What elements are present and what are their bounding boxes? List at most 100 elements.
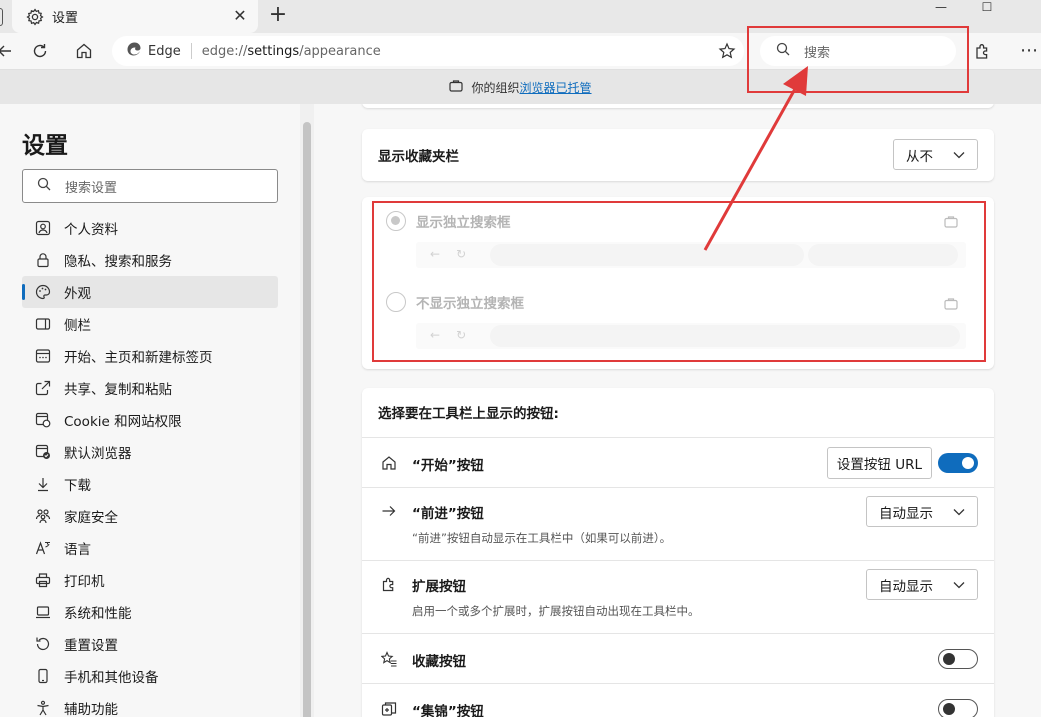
- favorites-button-toggle[interactable]: [938, 649, 978, 669]
- extensions-button-label: 扩展按钮: [412, 579, 466, 595]
- sidebar-item-language[interactable]: 语言: [22, 532, 278, 564]
- managed-lock-icon: [944, 215, 958, 232]
- sidebar-item-label: 手机和其他设备: [64, 670, 159, 686]
- sidebar-item-label: 个人资料: [64, 222, 118, 238]
- url-host: settings: [247, 43, 300, 59]
- toolbar-buttons-setting: 选择要在工具栏上显示的按钮: “开始”按钮 设置按钮 URL “前进”按钮 “前…: [362, 388, 994, 717]
- option-show-search-box[interactable]: 显示独立搜索框: [386, 211, 511, 231]
- forward-button-row: “前进”按钮 “前进”按钮自动显示在工具栏中（如果可以前进）。 自动显示: [362, 487, 994, 560]
- set-button-url-button[interactable]: 设置按钮 URL: [826, 447, 932, 479]
- managed-link[interactable]: 浏览器已托管: [520, 79, 592, 96]
- home-button-toggle[interactable]: [938, 453, 978, 473]
- favorite-star-icon[interactable]: [718, 42, 736, 64]
- sidebar-item-privacy[interactable]: 隐私、搜索和服务: [22, 244, 278, 276]
- home-icon[interactable]: [73, 40, 95, 62]
- favorites-bar-dropdown[interactable]: 从不: [893, 139, 978, 170]
- language-icon: [34, 539, 52, 557]
- search-box-setting: 显示独立搜索框 ← ↻ 不显示独立搜索框 ← ↻: [362, 197, 994, 369]
- section-heading: 选择要在工具栏上显示的按钮:: [378, 406, 559, 422]
- dropdown-value: 从不: [906, 148, 933, 165]
- toolbar-search-placeholder: 搜索: [804, 45, 831, 61]
- sidebar-icon: [34, 315, 52, 333]
- newtab-icon: [34, 347, 52, 365]
- extensions-button-desc: 启用一个或多个扩展时，扩展按钮自动出现在工具栏中。: [412, 604, 700, 618]
- forward-button-desc: “前进”按钮自动显示在工具栏中（如果可以前进）。: [412, 531, 672, 545]
- back-icon: ←: [430, 328, 441, 342]
- default-browser-icon: [34, 443, 52, 461]
- favorites-button-label: 收藏按钮: [412, 654, 466, 670]
- managed-lock-icon: [944, 297, 958, 314]
- option-label: 显示独立搜索框: [416, 215, 511, 231]
- favorites-button-row: 收藏按钮: [362, 633, 994, 683]
- radio-hide-search-box[interactable]: [386, 292, 406, 312]
- sidebar-item-sidebar[interactable]: 侧栏: [22, 308, 278, 340]
- sidebar-item-phone[interactable]: 手机和其他设备: [22, 660, 278, 692]
- extensions-icon[interactable]: [972, 40, 994, 62]
- sidebar-item-share[interactable]: 共享、复制和粘贴: [22, 372, 278, 404]
- collections-button-toggle[interactable]: [938, 699, 978, 717]
- settings-content: 显示收藏夹栏 从不 显示独立搜索框 ← ↻ 不显示独立搜索框 ← ↻ 选择要在工具栏…: [314, 104, 1041, 717]
- forward-button-label: “前进”按钮: [412, 506, 484, 522]
- settings-search-placeholder: 搜索设置: [65, 180, 118, 196]
- address-bar[interactable]: Edge edge:// settings /appearance: [112, 36, 744, 66]
- settings-search-input[interactable]: 搜索设置: [22, 169, 278, 203]
- favorites-bar-setting: 显示收藏夹栏 从不: [362, 129, 994, 181]
- accessibility-icon: [34, 699, 52, 717]
- sidebar-item-label: 打印机: [64, 574, 105, 590]
- sidebar-item-appearance[interactable]: 外观: [22, 276, 278, 308]
- sidebar-item-profile[interactable]: 个人资料: [22, 212, 278, 244]
- sidebar-item-family[interactable]: 家庭安全: [22, 500, 278, 532]
- chevron-down-icon: [953, 577, 965, 593]
- sidebar-item-printers[interactable]: 打印机: [22, 564, 278, 596]
- back-icon[interactable]: [0, 40, 16, 62]
- preview-address-bar: [490, 244, 804, 266]
- sidebar-item-label: 侧栏: [64, 318, 91, 334]
- sidebar-item-reset[interactable]: 重置设置: [22, 628, 278, 660]
- search-icon: [37, 177, 51, 195]
- scrollbar-thumb[interactable]: [303, 122, 311, 717]
- phone-icon: [34, 667, 52, 685]
- minimize-button[interactable]: —: [918, 0, 964, 20]
- favorites-bar-label: 显示收藏夹栏: [378, 149, 459, 165]
- briefcase-icon: [449, 79, 464, 95]
- previous-tab-edge[interactable]: [0, 8, 3, 26]
- refresh-icon[interactable]: [29, 40, 51, 62]
- extensions-button-dropdown[interactable]: 自动显示: [866, 569, 978, 600]
- home-button-row: “开始”按钮 设置按钮 URL: [362, 437, 994, 487]
- family-icon: [34, 507, 52, 525]
- radio-show-search-box[interactable]: [386, 211, 406, 231]
- sidebar-item-cookies[interactable]: Cookie 和网站权限: [22, 404, 278, 436]
- sidebar-item-label: Cookie 和网站权限: [64, 414, 182, 430]
- toolbar-search-box[interactable]: 搜索: [760, 36, 956, 66]
- tab-settings[interactable]: 设置 ✕: [12, 0, 258, 33]
- download-icon: [34, 475, 52, 493]
- page-title: 设置: [22, 133, 68, 159]
- dropdown-value: 自动显示: [879, 505, 933, 522]
- close-tab-icon[interactable]: ✕: [232, 8, 248, 24]
- sidebar-item-system[interactable]: 系统和性能: [22, 596, 278, 628]
- sidebar-scrollbar[interactable]: [300, 104, 314, 717]
- new-tab-button[interactable]: +: [266, 4, 290, 28]
- sidebar-item-downloads[interactable]: 下载: [22, 468, 278, 500]
- settings-sidebar: 设置 搜索设置 个人资料 隐私、搜索和服务 外观 侧栏 开始、主页和新建标签页: [0, 104, 300, 717]
- forward-button-dropdown[interactable]: 自动显示: [866, 496, 978, 527]
- sidebar-item-accessibility[interactable]: 辅助功能: [22, 692, 278, 717]
- sidebar-item-label: 重置设置: [64, 638, 118, 654]
- browser-label: Edge: [148, 43, 181, 59]
- maximize-button[interactable]: ☐: [964, 0, 1010, 20]
- extensions-button-row: 扩展按钮 启用一个或多个扩展时，扩展按钮自动出现在工具栏中。 自动显示: [362, 560, 994, 633]
- gear-icon: [26, 7, 44, 26]
- sidebar-item-label: 默认浏览器: [64, 446, 132, 462]
- sidebar-item-start-home[interactable]: 开始、主页和新建标签页: [22, 340, 278, 372]
- collections-button-row: “集锦”按钮: [362, 683, 994, 717]
- arrow-right-icon: [380, 502, 398, 520]
- managed-bar: 你的组织 浏览器已托管: [0, 70, 1041, 104]
- sidebar-item-default-browser[interactable]: 默认浏览器: [22, 436, 278, 468]
- reset-icon: [34, 635, 52, 653]
- option-hide-search-box[interactable]: 不显示独立搜索框: [386, 292, 524, 312]
- browser-toolbar: Edge edge:// settings /appearance 搜索 ⋯: [0, 33, 1041, 70]
- sidebar-item-label: 辅助功能: [64, 702, 118, 717]
- chevron-down-icon: [953, 504, 965, 520]
- more-menu-icon[interactable]: ⋯: [1020, 40, 1039, 61]
- sidebar-item-label: 语言: [64, 542, 91, 558]
